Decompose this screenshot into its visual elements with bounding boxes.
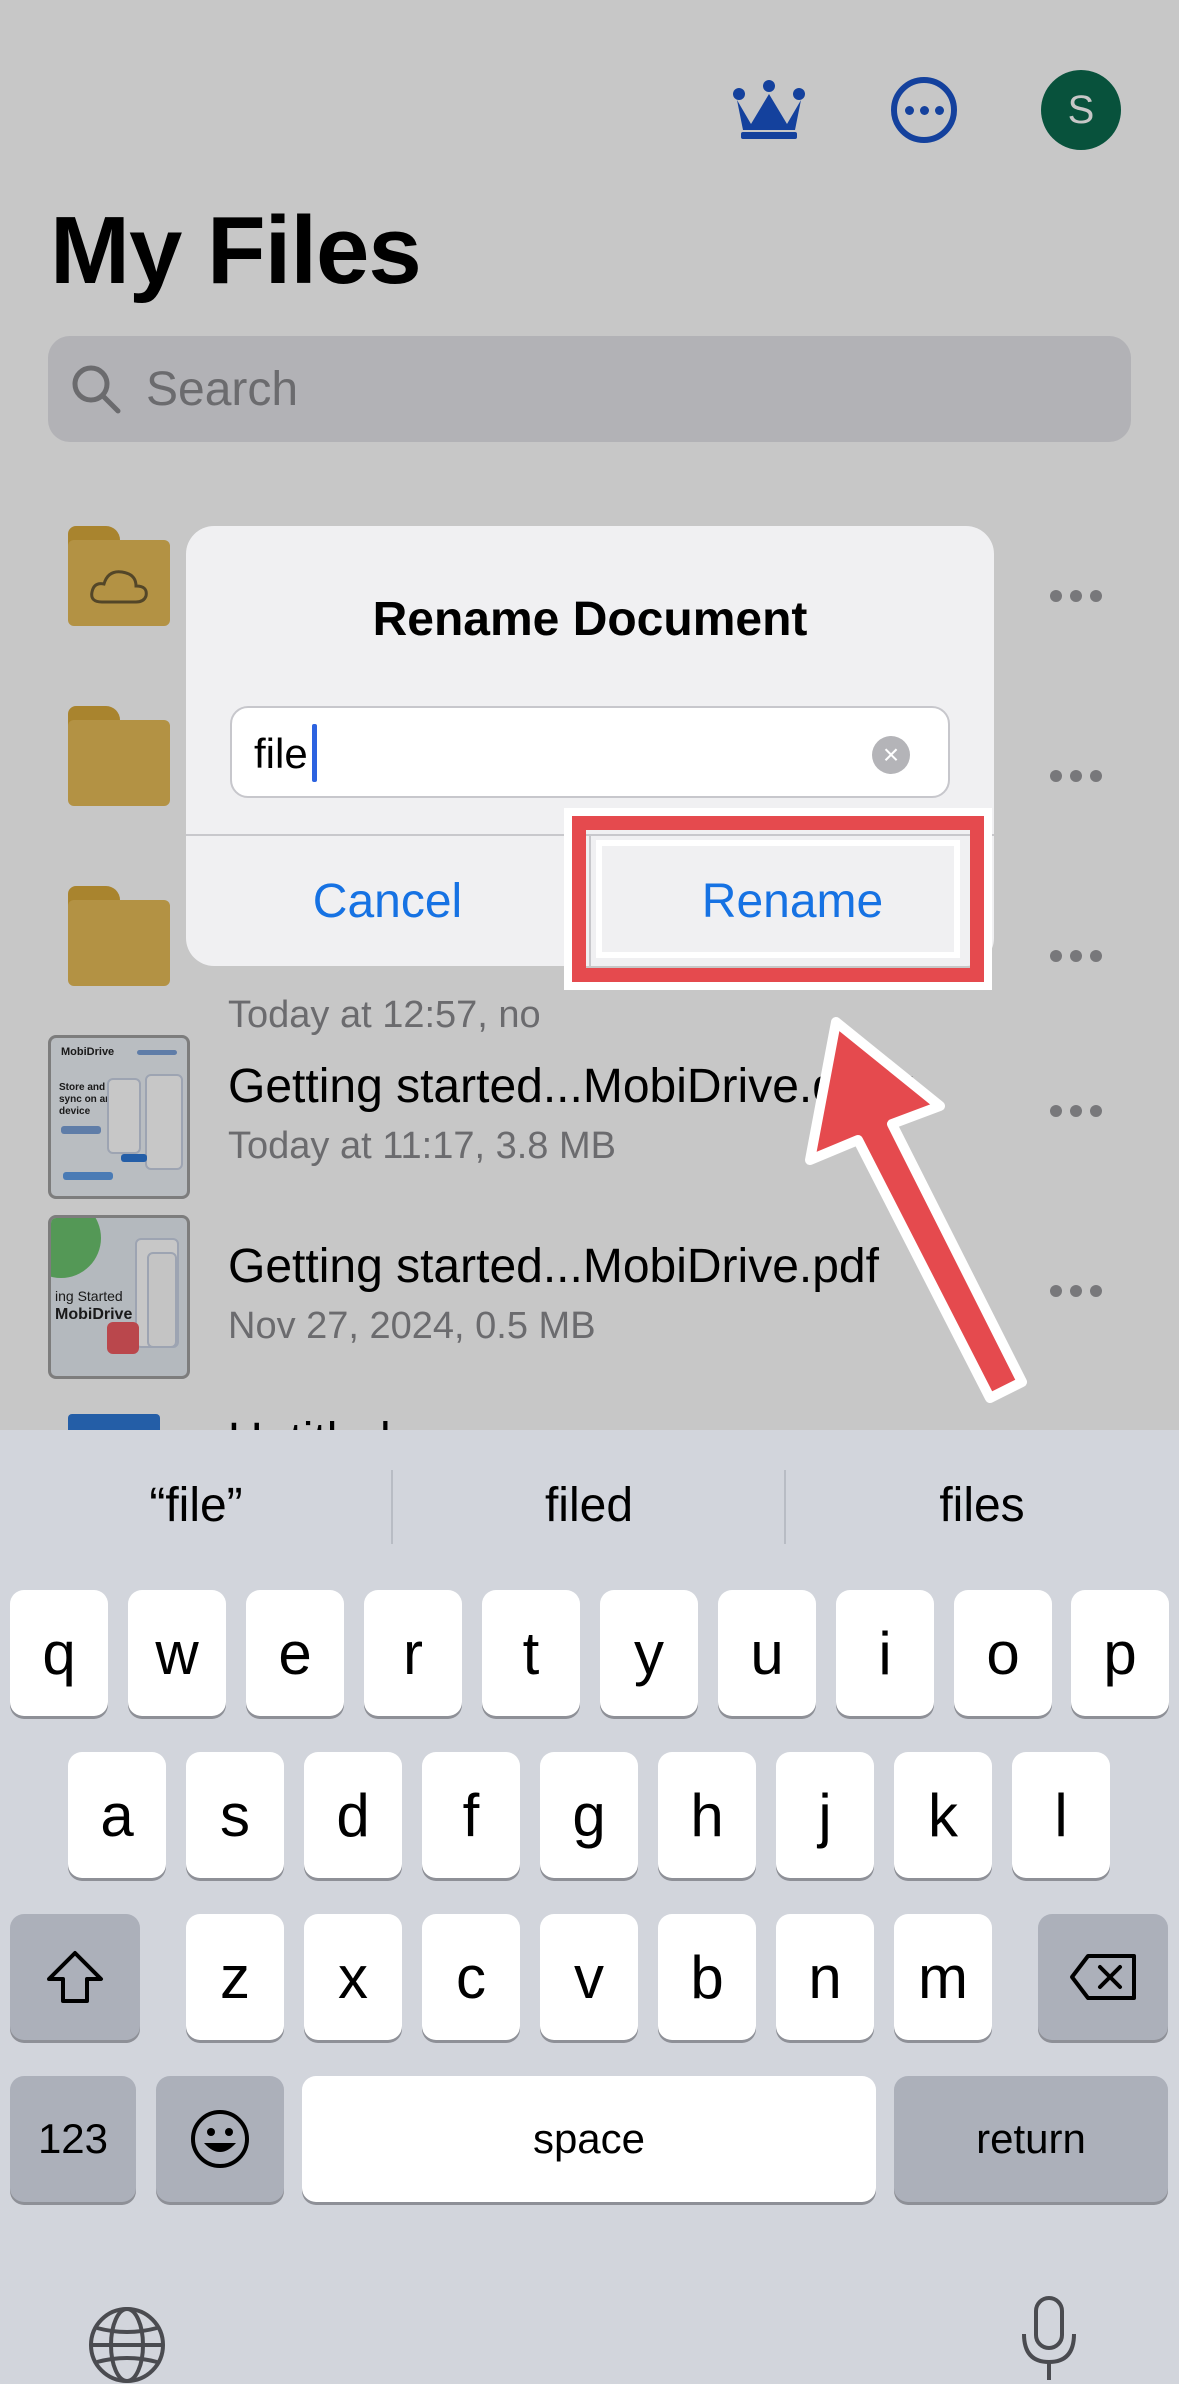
key[interactable]: j [776, 1752, 874, 1878]
pointer-arrow-icon [805, 1017, 1027, 1403]
key[interactable]: s [186, 1752, 284, 1878]
key[interactable]: m [894, 1914, 992, 2040]
globe-icon[interactable] [86, 2304, 168, 2384]
key[interactable]: f [422, 1752, 520, 1878]
cancel-button[interactable]: Cancel [186, 836, 589, 966]
key[interactable]: p [1071, 1590, 1169, 1716]
key[interactable]: i [836, 1590, 934, 1716]
suggestion-item[interactable]: files [786, 1478, 1178, 1533]
key[interactable]: x [304, 1914, 402, 2040]
key[interactable]: v [540, 1914, 638, 2040]
return-key[interactable]: return [894, 2076, 1168, 2202]
backspace-icon [1070, 1954, 1136, 2000]
key[interactable]: n [776, 1914, 874, 2040]
shift-key[interactable] [10, 1914, 140, 2040]
space-key[interactable]: space [302, 2076, 876, 2202]
rename-input-value: file [254, 730, 308, 777]
suggestion-bar: “file” filed files [0, 1430, 1179, 1588]
clear-icon[interactable]: × [872, 736, 910, 774]
suggestion-item[interactable]: “file” [0, 1478, 392, 1533]
key[interactable]: l [1012, 1752, 1110, 1878]
key[interactable]: q [10, 1590, 108, 1716]
backspace-key[interactable] [1038, 1914, 1168, 2040]
key[interactable]: t [482, 1590, 580, 1716]
keyboard: “file” filed files q w e r t y u i o p a… [0, 1430, 1179, 2384]
key[interactable]: r [364, 1590, 462, 1716]
highlight-box [564, 808, 992, 990]
key[interactable]: h [658, 1752, 756, 1878]
microphone-icon[interactable] [1016, 2294, 1082, 2384]
key[interactable]: k [894, 1752, 992, 1878]
key[interactable]: g [540, 1752, 638, 1878]
key[interactable]: u [718, 1590, 816, 1716]
key[interactable]: y [600, 1590, 698, 1716]
suggestion-item[interactable]: filed [393, 1478, 785, 1533]
key[interactable]: w [128, 1590, 226, 1716]
text-caret [312, 724, 317, 782]
key[interactable]: e [246, 1590, 344, 1716]
emoji-key[interactable] [156, 2076, 284, 2202]
key[interactable]: a [68, 1752, 166, 1878]
key[interactable]: o [954, 1590, 1052, 1716]
key[interactable]: b [658, 1914, 756, 2040]
emoji-icon [191, 2110, 249, 2168]
key[interactable]: d [304, 1752, 402, 1878]
key[interactable]: z [186, 1914, 284, 2040]
rename-input[interactable]: file × [230, 706, 950, 798]
keyboard-bottom-bar [0, 2260, 1179, 2384]
key[interactable]: c [422, 1914, 520, 2040]
shift-icon [47, 1951, 103, 2003]
dialog-title: Rename Document [372, 593, 808, 646]
numbers-key[interactable]: 123 [10, 2076, 136, 2202]
